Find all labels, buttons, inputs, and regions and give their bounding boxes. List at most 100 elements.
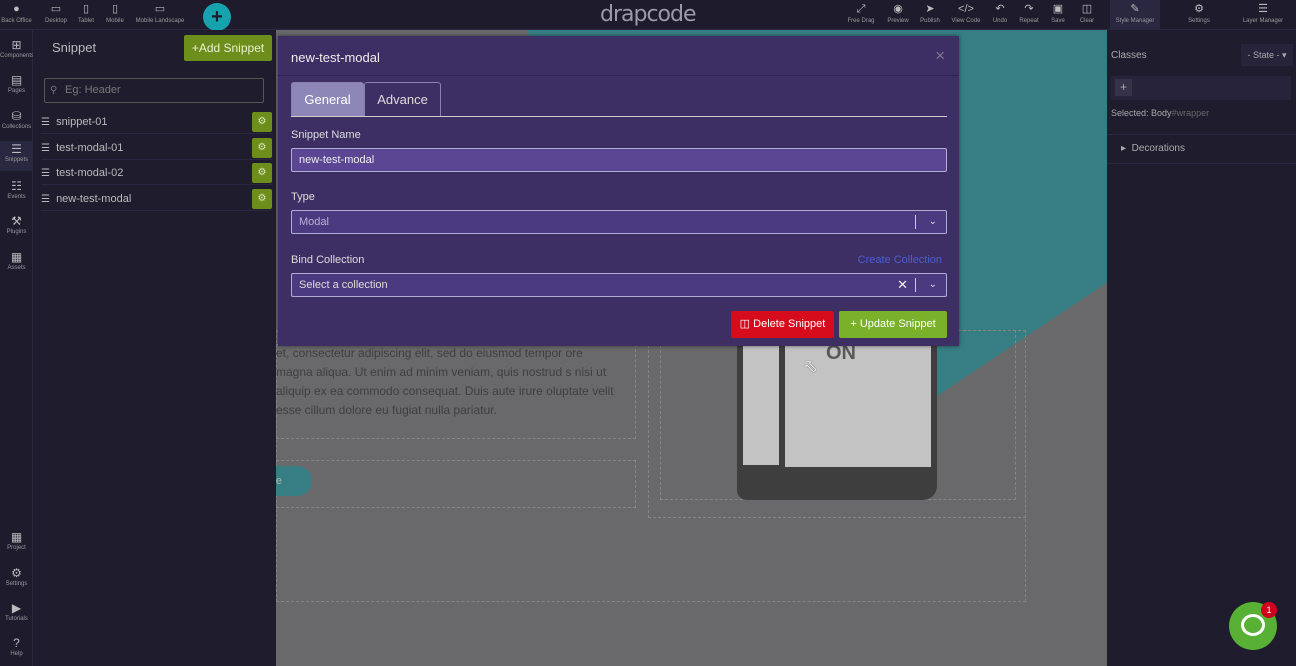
nav-project[interactable]: ▦ Project: [0, 529, 33, 551]
type-select[interactable]: Modal ⌄: [291, 210, 947, 234]
redo-icon: ↷: [1024, 3, 1034, 15]
snippet-panel: Snippet +Add Snippet ⚲ Eg: Header ☰ snip…: [33, 30, 276, 666]
gear-icon[interactable]: ⚙: [252, 163, 272, 183]
device-tablet-button[interactable]: ▯ Tablet: [74, 0, 98, 30]
tools-icon: ⚒: [11, 214, 22, 228]
tab-advance[interactable]: Advance: [364, 82, 441, 116]
add-circle-button[interactable]: +: [203, 3, 231, 31]
tab-general[interactable]: General: [291, 82, 364, 116]
chevron-down-icon: ⌄: [928, 216, 937, 227]
nav-collections[interactable]: ⛁ Collections: [0, 108, 33, 130]
nav-plugins[interactable]: ⚒ Plugins: [0, 213, 33, 235]
chat-badge: 1: [1261, 602, 1277, 618]
snippet-list-item[interactable]: ☰ new-test-modal ⚙: [41, 187, 272, 211]
caret-down-icon: ▾: [1282, 50, 1287, 60]
device-mobile-button[interactable]: ▯ Mobile: [102, 0, 128, 30]
layers-icon: ☰: [1258, 3, 1268, 15]
add-snippet-button[interactable]: +Add Snippet: [184, 35, 272, 61]
user-icon: ●: [13, 3, 20, 15]
desktop-icon: ▭: [50, 3, 62, 15]
snippet-modal: new-test-modal × General Advance Snippet…: [278, 36, 959, 346]
clear-button[interactable]: ◫ Clear: [1074, 0, 1100, 30]
back-office-button[interactable]: ● Back Office: [0, 0, 33, 30]
snippet-list-item[interactable]: ☰ snippet-01 ⚙: [41, 110, 272, 134]
view-code-button[interactable]: </> View Code: [948, 0, 984, 30]
brush-icon: ✎: [1130, 3, 1140, 15]
close-icon[interactable]: ×: [935, 46, 945, 66]
snippet-list-item[interactable]: ☰ test-modal-01 ⚙: [41, 136, 272, 160]
list-icon: ☰: [41, 168, 50, 179]
mouse-cursor-icon: ⬁: [803, 356, 819, 376]
clear-icon[interactable]: ✕: [897, 274, 908, 296]
project-icon: ▦: [10, 530, 23, 544]
nav-assets[interactable]: ▦ Assets: [0, 249, 33, 271]
list-icon: ☰: [41, 143, 50, 154]
code-icon: </>: [958, 3, 974, 15]
nav-pages[interactable]: ▤ Pages: [0, 72, 33, 94]
gear-icon[interactable]: ⚙: [252, 189, 272, 209]
tab-style-manager[interactable]: ✎ Style Manager: [1110, 0, 1160, 30]
nav-snippets[interactable]: ☰ Snippets: [0, 141, 33, 171]
decorations-section[interactable]: ▸ Decorations: [1107, 134, 1296, 164]
snippet-panel-title: Snippet: [52, 40, 97, 55]
bind-collection-select[interactable]: Select a collection ✕ ⌄: [291, 273, 947, 297]
send-icon: ➤: [925, 3, 935, 15]
list-icon: ☰: [41, 194, 50, 205]
device-desktop-button[interactable]: ▭ Desktop: [40, 0, 72, 30]
undo-button[interactable]: ↶ Undo: [988, 0, 1012, 30]
preview-button[interactable]: ◉ Preview: [884, 0, 912, 30]
tablet-icon: ▯: [82, 3, 90, 15]
update-snippet-button[interactable]: + Update Snippet: [839, 311, 947, 338]
gear-icon[interactable]: ⚙: [252, 138, 272, 158]
snippet-name-label: Snippet Name: [291, 129, 361, 141]
gear-icon: ⚙: [1194, 3, 1204, 15]
left-navigation: ⊞ Components ▤ Pages ⛁ Collections ☰ Sni…: [0, 30, 34, 666]
plus-icon: +: [211, 6, 223, 28]
select-separator: [915, 278, 916, 292]
mobile-landscape-icon: ▭: [154, 3, 166, 15]
tab-layer-manager[interactable]: ☰ Layer Manager: [1236, 0, 1290, 30]
save-icon: ▣: [1052, 3, 1064, 15]
nav-settings[interactable]: ⚙ Settings: [0, 565, 33, 587]
sitemap-icon: ☷: [11, 179, 22, 193]
snippet-name-input[interactable]: new-test-modal: [291, 148, 947, 172]
menu-icon: ☰: [11, 142, 22, 156]
modal-title: new-test-modal: [291, 50, 380, 65]
nav-tutorials[interactable]: ▶ Tutorials: [0, 600, 33, 622]
style-manager-panel: Classes - State - ▾ + Selected: Body#wra…: [1107, 30, 1296, 666]
mobile-icon: ▯: [111, 3, 119, 15]
snippet-list-item[interactable]: ☰ test-modal-02 ⚙: [41, 161, 272, 185]
youtube-icon: ▶: [11, 601, 22, 615]
classes-container: +: [1111, 76, 1291, 100]
plus-icon: +: [191, 41, 199, 55]
undo-icon: ↶: [995, 3, 1005, 15]
nav-components[interactable]: ⊞ Components: [0, 37, 34, 59]
free-drag-button[interactable]: ⤢ Free Drag: [845, 0, 877, 30]
eye-icon: ◉: [893, 3, 903, 15]
modal-header: new-test-modal ×: [278, 36, 959, 76]
state-select[interactable]: - State - ▾: [1241, 44, 1293, 66]
tab-settings[interactable]: ⚙ Settings: [1180, 0, 1218, 30]
tab-divider: [291, 116, 947, 117]
classes-label: Classes: [1111, 50, 1147, 61]
image-icon: ▦: [10, 250, 23, 264]
nav-help[interactable]: ? Help: [0, 635, 33, 657]
repeat-button[interactable]: ↷ Repeat: [1016, 0, 1042, 30]
list-icon: ☰: [41, 117, 50, 128]
delete-snippet-button[interactable]: ◫ Delete Snippet: [731, 311, 834, 338]
create-collection-link[interactable]: Create Collection: [858, 254, 942, 266]
snippet-search-input[interactable]: ⚲ Eg: Header: [44, 78, 264, 103]
gear-icon[interactable]: ⚙: [252, 112, 272, 132]
database-icon: ⛁: [11, 109, 22, 123]
help-icon: ?: [13, 636, 20, 650]
trash-icon: ◫: [1081, 3, 1093, 15]
save-button[interactable]: ▣ Save: [1046, 0, 1070, 30]
plus-box-icon: ⊞: [11, 38, 22, 52]
device-mobile-landscape-button[interactable]: ▭ Mobile Landscape: [132, 0, 188, 30]
publish-button[interactable]: ➤ Publish: [916, 0, 944, 30]
chevron-down-icon: ⌄: [928, 279, 937, 290]
add-class-button[interactable]: +: [1115, 79, 1132, 96]
nav-events[interactable]: ☷ Events: [0, 178, 33, 200]
caret-right-icon: ▸: [1121, 143, 1127, 154]
search-icon: ⚲: [50, 85, 58, 96]
